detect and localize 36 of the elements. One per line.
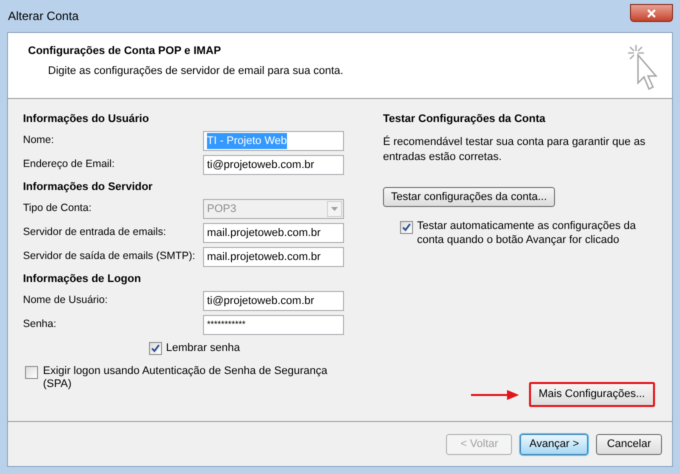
remember-password-label: Lembrar senha [166, 340, 240, 356]
input-field[interactable]: mail.projetoweb.com.br [203, 223, 344, 243]
input-field[interactable]: ti@projetoweb.com.br [203, 155, 344, 175]
arrow-icon [470, 390, 519, 400]
checkbox[interactable] [25, 366, 38, 379]
header-title: Configurações de Conta POP e IMAP [28, 44, 222, 59]
auto-test-label: Testar automaticamente as configurações da conta quando o botão Avançar for clicado [417, 219, 637, 247]
close-button[interactable] [630, 4, 673, 22]
header-subtitle: Digite as configurações de servidor de email para sua conta. [47, 64, 344, 78]
field-label: Senha: [23, 317, 56, 332]
section-heading: Informações de Logon [23, 272, 142, 287]
spa-label: Exigir logon usando Autenticação de Senha de Segurança (SPA) [43, 365, 328, 391]
password-field[interactable]: *********** [203, 315, 344, 335]
field-label: Tipo de Conta: [23, 201, 92, 216]
test-settings-button[interactable]: Testar configurações da conta... [383, 187, 555, 207]
sparkle-cursor-icon [626, 43, 658, 91]
field-label: Servidor de saída de emails (SMTP): [23, 249, 196, 264]
window-title: Alterar Conta [7, 8, 79, 25]
test-description: É recomendável testar sua conta para garantir que as entradas estão corretas. [383, 135, 646, 165]
field-label: Endereço de Email: [23, 157, 115, 172]
close-icon [647, 8, 656, 18]
section-heading: Informações do Servidor [23, 180, 154, 195]
field-label: Nome: [23, 133, 54, 148]
checkmark-icon [402, 223, 411, 232]
more-settings-button[interactable]: Mais Configurações... [528, 382, 655, 407]
checkbox[interactable] [400, 221, 413, 234]
checkbox[interactable] [149, 342, 162, 354]
field-label: Nome de Usuário: [23, 293, 108, 308]
checkmark-icon [151, 344, 160, 352]
section-heading: Informações do Usuário [23, 112, 150, 127]
input-field[interactable]: ti@projetoweb.com.br [203, 291, 344, 311]
test-heading: Testar Configurações da Conta [383, 112, 546, 127]
field-label: Servidor de entrada de emails: [23, 225, 166, 240]
dialog-button[interactable]: Avançar > [520, 434, 588, 454]
dialog-button[interactable]: Cancelar [596, 434, 662, 454]
input-field[interactable]: mail.projetoweb.com.br [203, 247, 344, 267]
